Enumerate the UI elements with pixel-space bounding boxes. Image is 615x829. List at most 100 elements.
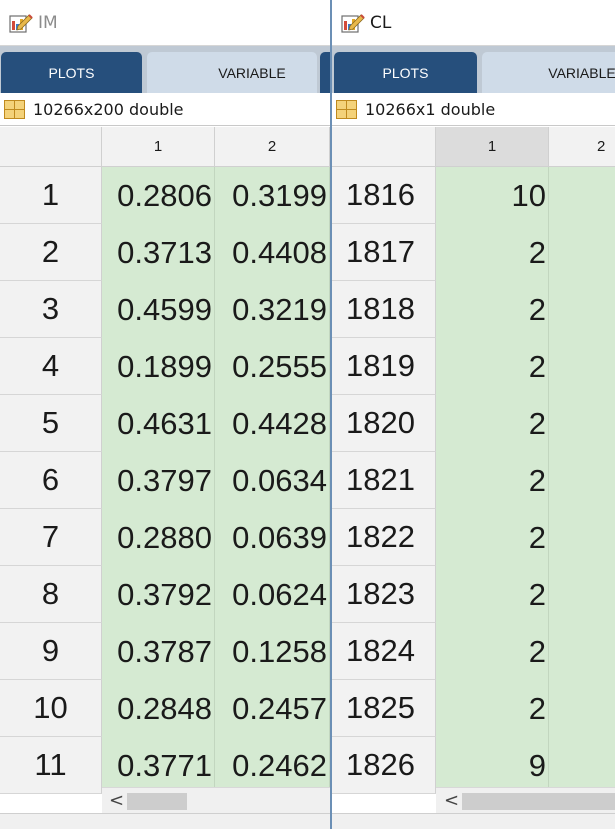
document-title: CL bbox=[370, 12, 392, 33]
row-header[interactable]: 1816 bbox=[332, 167, 436, 224]
table-cell[interactable] bbox=[549, 737, 615, 794]
tab-variable[interactable]: VARIABLE bbox=[482, 52, 615, 93]
table-cell[interactable] bbox=[549, 224, 615, 281]
table-cell[interactable]: 2 bbox=[436, 338, 549, 395]
table-cell[interactable]: 2 bbox=[436, 566, 549, 623]
table-cell[interactable] bbox=[549, 623, 615, 680]
corner-header bbox=[0, 127, 102, 167]
table-cell[interactable]: 0.2462 bbox=[215, 737, 330, 794]
horizontal-scrollbar[interactable]: < bbox=[102, 787, 330, 813]
variable-info-bar: 10266x200 double bbox=[0, 93, 330, 126]
table-cell[interactable] bbox=[549, 338, 615, 395]
table-cell[interactable] bbox=[549, 167, 615, 224]
table-cell[interactable]: 0.3787 bbox=[102, 623, 215, 680]
row-header[interactable]: 1818 bbox=[332, 281, 436, 338]
row-header[interactable]: 1 bbox=[0, 167, 102, 224]
table-cell[interactable]: 0.0624 bbox=[215, 566, 330, 623]
document-title: IM bbox=[38, 12, 58, 33]
variable-size-type: 10266x200 double bbox=[33, 99, 184, 119]
table-cell[interactable]: 0.3792 bbox=[102, 566, 215, 623]
status-strip bbox=[0, 813, 330, 829]
table-cell[interactable]: 2 bbox=[436, 623, 549, 680]
scroll-thumb[interactable] bbox=[462, 793, 615, 810]
row-header[interactable]: 10 bbox=[0, 680, 102, 737]
table-cell[interactable] bbox=[549, 281, 615, 338]
tab-overflow[interactable] bbox=[320, 52, 330, 93]
column-header-1[interactable]: 1 bbox=[102, 127, 215, 167]
table-cell[interactable] bbox=[549, 395, 615, 452]
table-cell[interactable]: 0.2457 bbox=[215, 680, 330, 737]
row-header[interactable]: 1823 bbox=[332, 566, 436, 623]
row-header[interactable]: 2 bbox=[0, 224, 102, 281]
table-cell[interactable] bbox=[549, 680, 615, 737]
row-header[interactable]: 1824 bbox=[332, 623, 436, 680]
corner-header bbox=[332, 127, 436, 167]
column-header-2[interactable]: 2 bbox=[215, 127, 330, 167]
table-cell[interactable] bbox=[549, 509, 615, 566]
variable-info-bar: 10266x1 double bbox=[332, 93, 615, 126]
table-cell[interactable]: 10 bbox=[436, 167, 549, 224]
row-header[interactable]: 11 bbox=[0, 737, 102, 794]
status-strip bbox=[332, 813, 615, 829]
table-cell[interactable] bbox=[549, 452, 615, 509]
row-header[interactable]: 4 bbox=[0, 338, 102, 395]
row-header[interactable]: 6 bbox=[0, 452, 102, 509]
table-cell[interactable]: 0.3771 bbox=[102, 737, 215, 794]
table-cell[interactable]: 0.1899 bbox=[102, 338, 215, 395]
table-cell[interactable]: 0.3219 bbox=[215, 281, 330, 338]
row-header[interactable]: 3 bbox=[0, 281, 102, 338]
row-header[interactable]: 1822 bbox=[332, 509, 436, 566]
document-tab-cl[interactable]: CL bbox=[332, 0, 615, 46]
table-cell[interactable]: 0.2555 bbox=[215, 338, 330, 395]
row-header[interactable]: 1825 bbox=[332, 680, 436, 737]
table-cell[interactable]: 2 bbox=[436, 281, 549, 338]
variable-editor-im: IM PLOTS VARIABLE 10266x200 double 1 2 1… bbox=[0, 0, 330, 829]
table-cell[interactable]: 0.3713 bbox=[102, 224, 215, 281]
table-cell[interactable]: 9 bbox=[436, 737, 549, 794]
table-cell[interactable]: 0.2880 bbox=[102, 509, 215, 566]
row-header[interactable]: 1821 bbox=[332, 452, 436, 509]
table-cell[interactable]: 0.1258 bbox=[215, 623, 330, 680]
variable-edit-icon bbox=[341, 13, 365, 33]
column-header-2[interactable]: 2 bbox=[549, 127, 615, 167]
variable-edit-icon bbox=[9, 13, 33, 33]
table-cell[interactable]: 0.3199 bbox=[215, 167, 330, 224]
column-header-1[interactable]: 1 bbox=[436, 127, 549, 167]
row-header[interactable]: 1820 bbox=[332, 395, 436, 452]
row-header[interactable]: 9 bbox=[0, 623, 102, 680]
variable-editor-cl: CL PLOTS VARIABLE 10266x1 double 1 2 181… bbox=[330, 0, 615, 829]
tab-plots[interactable]: PLOTS bbox=[334, 52, 477, 93]
scroll-left-arrow-icon[interactable]: < bbox=[109, 790, 124, 811]
row-header[interactable]: 1817 bbox=[332, 224, 436, 281]
table-cell[interactable]: 0.0639 bbox=[215, 509, 330, 566]
table-cell[interactable]: 0.4631 bbox=[102, 395, 215, 452]
table-cell[interactable]: 0.0634 bbox=[215, 452, 330, 509]
table-cell[interactable]: 0.2806 bbox=[102, 167, 215, 224]
scroll-thumb[interactable] bbox=[127, 793, 187, 810]
scroll-left-arrow-icon[interactable]: < bbox=[444, 790, 459, 811]
table-cell[interactable]: 0.4408 bbox=[215, 224, 330, 281]
row-header[interactable]: 8 bbox=[0, 566, 102, 623]
row-header[interactable]: 7 bbox=[0, 509, 102, 566]
row-header[interactable]: 1819 bbox=[332, 338, 436, 395]
table-cell[interactable] bbox=[549, 566, 615, 623]
table-cell[interactable]: 2 bbox=[436, 509, 549, 566]
horizontal-scrollbar[interactable]: < bbox=[436, 787, 615, 813]
grid-icon bbox=[4, 99, 25, 119]
table-cell[interactable]: 0.3797 bbox=[102, 452, 215, 509]
table-cell[interactable]: 0.4428 bbox=[215, 395, 330, 452]
table-cell[interactable]: 0.4599 bbox=[102, 281, 215, 338]
table-cell[interactable]: 2 bbox=[436, 680, 549, 737]
tab-plots[interactable]: PLOTS bbox=[1, 52, 142, 93]
row-header[interactable]: 1826 bbox=[332, 737, 436, 794]
table-cell[interactable]: 0.2848 bbox=[102, 680, 215, 737]
document-tab-im[interactable]: IM bbox=[0, 0, 330, 46]
toolstrip-tabs: PLOTS VARIABLE bbox=[332, 46, 615, 93]
table-cell[interactable]: 2 bbox=[436, 452, 549, 509]
table-cell[interactable]: 2 bbox=[436, 395, 549, 452]
toolstrip-tabs: PLOTS VARIABLE bbox=[0, 46, 330, 93]
tab-variable[interactable]: VARIABLE bbox=[147, 52, 317, 93]
row-header[interactable]: 5 bbox=[0, 395, 102, 452]
table-cell[interactable]: 2 bbox=[436, 224, 549, 281]
variable-size-type: 10266x1 double bbox=[365, 99, 496, 119]
